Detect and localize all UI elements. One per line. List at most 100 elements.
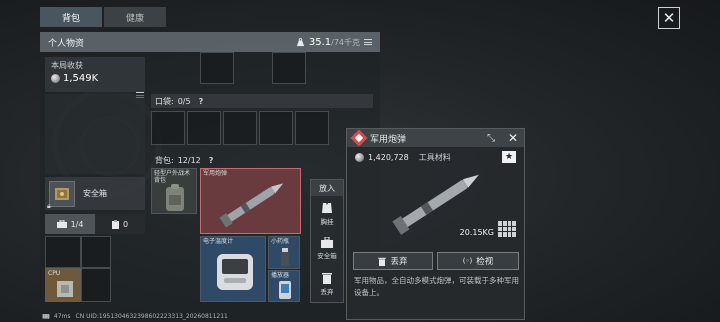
close-icon: ✕ [662, 8, 676, 27]
safe-box-slot[interactable]: 安全箱 [45, 177, 145, 210]
item-description: 军用物品，全自动多模式炮弹，可装载于多种军用设备上。 [354, 276, 519, 297]
stat-second[interactable]: 0 [95, 214, 145, 234]
close-button[interactable]: ✕ [658, 7, 680, 29]
item-name: 小药瓶 [271, 238, 290, 245]
backpack-count: 12/12 [177, 155, 201, 165]
item-name: CPU [48, 270, 61, 277]
trash-icon [378, 257, 387, 266]
rarity-diamond-icon [350, 129, 368, 147]
safe-box-label: 安全箱 [83, 189, 107, 198]
item-thermometer[interactable]: 电子温度计 [200, 236, 266, 302]
coin-icon [51, 74, 60, 83]
detail-action-row: 丢弃 (◦) 检视 [353, 252, 519, 270]
equipment-slot[interactable] [272, 52, 306, 84]
pocket-header: 口袋: 0/5 ? [151, 94, 373, 108]
stat-second-value: 0 [122, 219, 129, 229]
pocket-help-icon[interactable]: ? [199, 97, 204, 106]
inspect-button[interactable]: (◦) 检视 [437, 252, 519, 270]
action-panel: 放入 胸挂 安全箱 丢弃 [310, 179, 344, 303]
backpack-icon [166, 184, 184, 211]
discard-side-label: 丢弃 [320, 287, 334, 296]
backpack-help-icon[interactable]: ? [209, 156, 214, 165]
pocket-count: 0/5 [177, 96, 191, 106]
container-slot[interactable] [81, 268, 111, 302]
page-title: 个人物资 [48, 38, 85, 49]
detail-weight: 20.15KG [459, 228, 494, 237]
device-icon [279, 281, 291, 299]
container-slot[interactable] [81, 236, 111, 268]
stat-first-value: 1/4 [70, 219, 84, 229]
item-player[interactable]: 播放器 [268, 270, 300, 302]
item-military-shell-selected[interactable]: 军用炮弹 [200, 168, 301, 234]
top-tabs: 背包 健康 [40, 7, 168, 27]
weight-max: /74千克 [331, 37, 360, 47]
pocket-slot[interactable] [223, 111, 257, 145]
equipment-area [45, 94, 145, 174]
inspect-icon: (◦) [462, 257, 473, 265]
pocket-label: 口袋: [155, 96, 174, 106]
safe-box-icon [49, 180, 75, 207]
detail-category: 工具材料 [418, 153, 451, 162]
pocket-slot[interactable] [295, 111, 329, 145]
shell-detail-image [392, 174, 479, 235]
item-name: 轻型户外战术背包 [154, 170, 191, 184]
safe-box-button[interactable]: 安全箱 [311, 231, 343, 266]
tab-backpack[interactable]: 背包 [40, 7, 102, 27]
container-stats: 1/4 0 [45, 214, 145, 234]
detail-price: 1,420,728 [368, 153, 409, 162]
item-cpu[interactable]: CPU [45, 268, 81, 302]
size-grid-icon [498, 221, 516, 237]
income-label: 本局收获 [51, 61, 83, 70]
equipment-slot[interactable] [200, 52, 234, 84]
cpu-icon [57, 281, 73, 297]
vest-icon [322, 202, 332, 213]
inspect-button-label: 检视 [476, 257, 494, 267]
collapse-icon[interactable]: ⤡ [487, 133, 495, 144]
pocket-slot[interactable] [151, 111, 185, 145]
discard-side-button[interactable]: 丢弃 [311, 266, 343, 301]
menu-icon[interactable] [364, 39, 372, 45]
item-name: 军用炮弹 [203, 170, 228, 177]
weight-icon [296, 37, 304, 46]
shell-icon [219, 183, 284, 227]
put-in-header: 放入 [311, 180, 343, 196]
coin-icon [355, 153, 364, 162]
close-icon[interactable]: ✕ [508, 131, 518, 145]
tab-health[interactable]: 健康 [104, 7, 166, 27]
detail-price-row: 1,420,728 工具材料 [355, 152, 451, 163]
detail-title: 军用炮弹 [370, 134, 407, 145]
backpack-header: 背包: 12/12 ? [151, 153, 341, 167]
clipboard-icon [111, 219, 119, 229]
item-name: 电子温度计 [203, 238, 234, 245]
backpack-label: 背包: [155, 155, 174, 165]
thermometer-icon [217, 254, 253, 290]
detail-title-bar: 军用炮弹 ⤡ ✕ [347, 129, 524, 147]
stat-first[interactable]: 1/4 [45, 214, 95, 234]
income-value: 1,549K [63, 73, 99, 84]
bottle-icon [281, 248, 289, 266]
lock-icon: 🔒︎ [47, 202, 51, 210]
chest-rig-button[interactable]: 胸挂 [311, 196, 343, 231]
favorite-star-icon[interactable]: ★ [502, 151, 516, 163]
case-icon [56, 220, 67, 228]
uid-text: CN UID:1951304632398602223313_2026081121… [75, 313, 228, 320]
item-medicine-bottle[interactable]: 小药瓶 [268, 236, 300, 269]
discard-button-label: 丢弃 [390, 257, 408, 267]
signal-icon: ▮▮▮ [42, 313, 50, 320]
container-slot[interactable] [45, 236, 81, 268]
weight-indicator: 35.1/74千克 [296, 37, 372, 48]
case-icon [321, 237, 333, 248]
chest-rig-label: 胸挂 [320, 217, 334, 226]
status-bar: ▮▮▮ 47ms CN UID:1951304632398602223313_2… [42, 313, 228, 320]
item-tactical-bag[interactable]: 轻型户外战术背包 [151, 168, 197, 214]
round-income: 本局收获 1,549K [45, 57, 145, 92]
item-name: 播放器 [271, 272, 290, 279]
pocket-slot[interactable] [259, 111, 293, 145]
trash-icon [322, 272, 332, 284]
personal-supplies-header: 个人物资 35.1/74千克 [40, 32, 380, 52]
pocket-slot[interactable] [187, 111, 221, 145]
ping-value: 47ms [53, 313, 71, 320]
safe-box-button-label: 安全箱 [317, 252, 337, 260]
discard-button[interactable]: 丢弃 [353, 252, 433, 270]
weight-current: 35.1 [308, 36, 332, 48]
